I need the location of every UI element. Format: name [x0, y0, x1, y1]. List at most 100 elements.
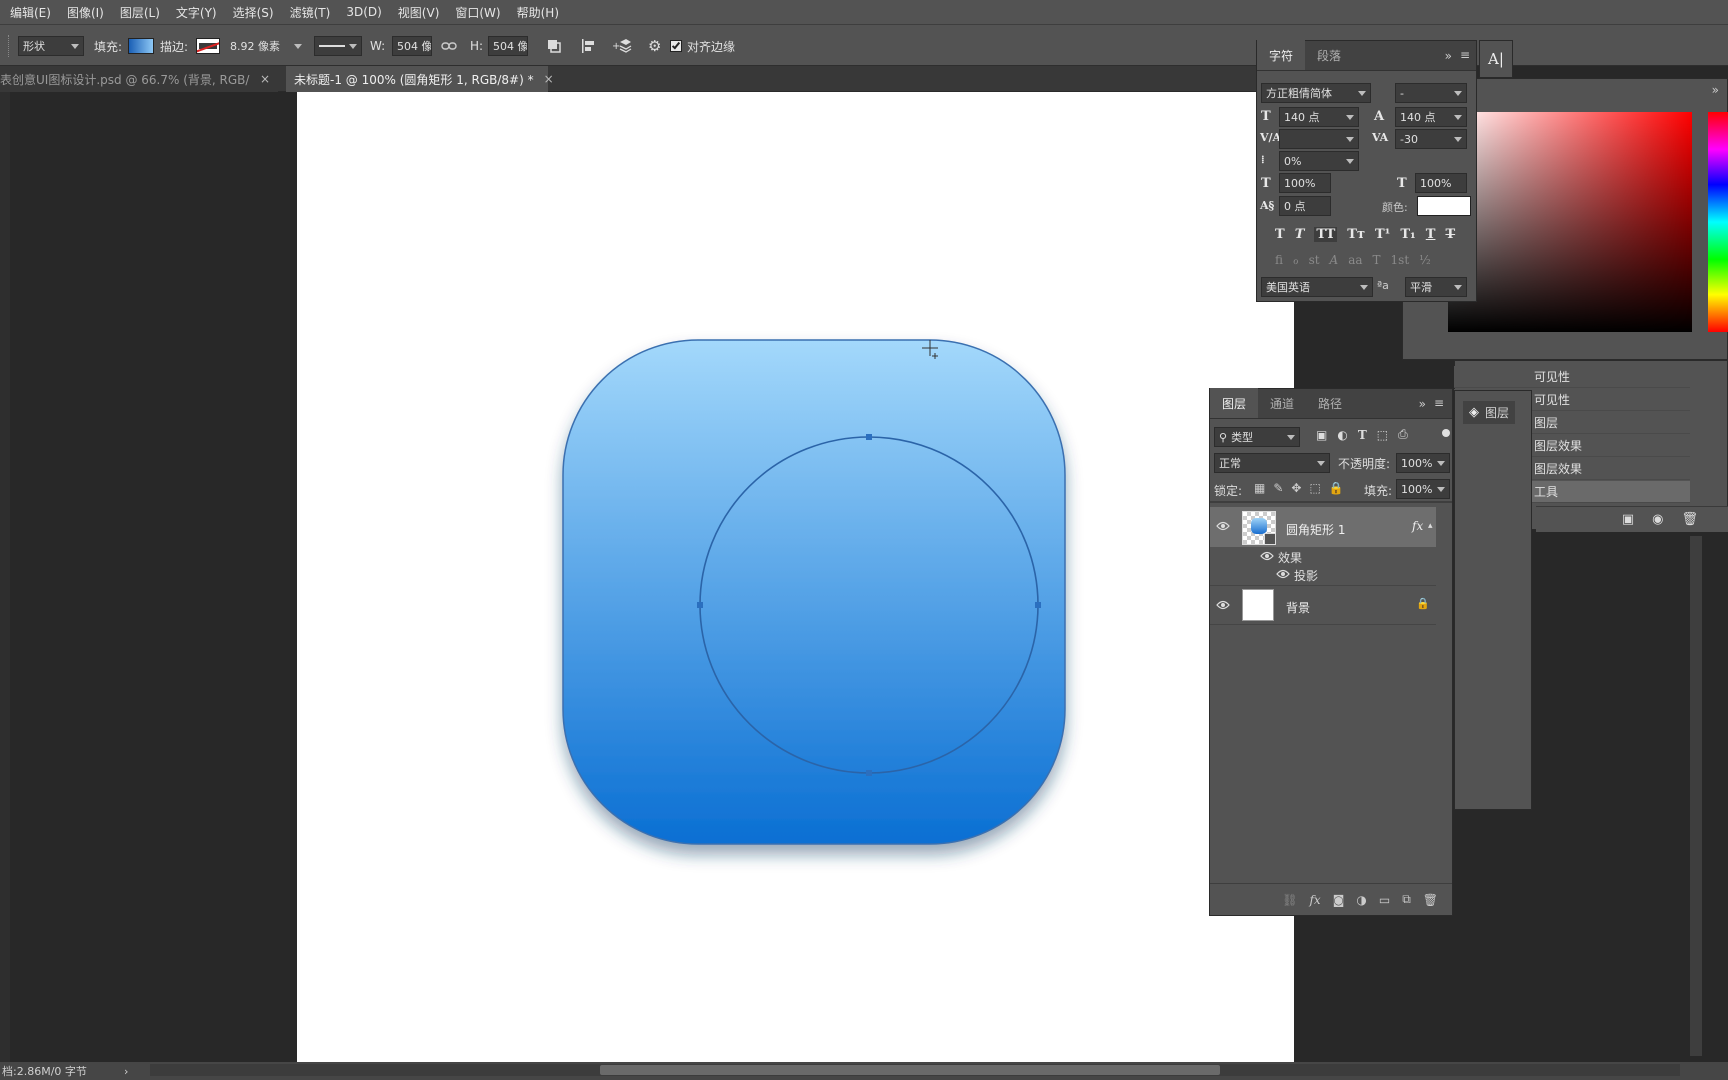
ordinals-button[interactable]: 1st: [1391, 253, 1410, 267]
anti-alias-select[interactable]: 平滑: [1405, 277, 1467, 297]
anchor-point-bottom[interactable]: [866, 770, 872, 776]
visibility-eye-icon[interactable]: [1260, 551, 1274, 561]
menu-layer[interactable]: 图层(L): [112, 4, 168, 21]
close-icon[interactable]: ×: [544, 72, 554, 86]
visibility-eye-icon[interactable]: [1216, 600, 1230, 610]
tab-paragraph[interactable]: 段落: [1305, 40, 1353, 70]
faux-italic-button[interactable]: T: [1295, 227, 1305, 242]
menu-image[interactable]: 图像(I): [59, 4, 112, 21]
tab-channels[interactable]: 通道: [1258, 388, 1306, 418]
titling-alternates-button[interactable]: T: [1373, 253, 1381, 267]
baseline-shift-field[interactable]: 0 点: [1279, 196, 1331, 216]
tracking-field[interactable]: -30: [1395, 129, 1467, 149]
menu-3d[interactable]: 3D(D): [338, 5, 389, 19]
path-operations-icon[interactable]: [546, 25, 562, 67]
shape-filter-icon[interactable]: ⬚: [1377, 428, 1388, 442]
anchor-point-right[interactable]: [1035, 602, 1041, 608]
path-arrange-icon[interactable]: +: [612, 25, 632, 67]
chevron-up-icon[interactable]: ▴: [1428, 521, 1433, 531]
leading-field[interactable]: 140 点: [1395, 107, 1467, 127]
adjustment-filter-icon[interactable]: ◐: [1337, 428, 1347, 442]
tsume-field[interactable]: 0%: [1279, 151, 1359, 171]
stylistic-alternates-button[interactable]: aa: [1348, 253, 1362, 267]
lock-image-icon[interactable]: ✎: [1273, 481, 1283, 495]
vertical-scrollbar[interactable]: [1690, 536, 1702, 1056]
stroke-swatch[interactable]: [196, 25, 220, 67]
new-layer-icon[interactable]: ⧉: [1402, 892, 1411, 907]
all-caps-button[interactable]: TT: [1314, 227, 1338, 242]
faux-bold-button[interactable]: T: [1275, 227, 1285, 242]
swash-button[interactable]: A: [1330, 253, 1339, 267]
font-family-select[interactable]: 方正粗倩简体: [1261, 83, 1371, 103]
superscript-button[interactable]: T¹: [1375, 227, 1390, 242]
link-layers-icon[interactable]: ⛓: [1282, 893, 1297, 907]
tab-document-1[interactable]: 表创意UI图标设计.psd @ 66.7% (背景, RGB/8#) ×: [0, 66, 278, 92]
lock-transparency-icon[interactable]: ▦: [1254, 481, 1265, 495]
font-size-field[interactable]: 140 点: [1279, 107, 1359, 127]
panel-menu-icon[interactable]: ≡: [1460, 48, 1470, 62]
lock-icon[interactable]: 🔒: [1416, 597, 1430, 610]
text-color-swatch[interactable]: [1417, 196, 1471, 216]
path-align-icon[interactable]: [580, 25, 596, 67]
hue-slider[interactable]: [1708, 112, 1728, 332]
canvas[interactable]: [297, 92, 1294, 1062]
add-style-icon[interactable]: fx: [1309, 893, 1320, 907]
subscript-button[interactable]: T₁: [1400, 227, 1415, 242]
close-icon[interactable]: ×: [260, 72, 270, 86]
filter-toggle[interactable]: [1442, 429, 1450, 437]
width-field[interactable]: 504 像: [392, 25, 432, 67]
camera-icon[interactable]: ◉: [1652, 512, 1663, 527]
tab-document-2[interactable]: 未标题-1 @ 100% (圆角矩形 1, RGB/8#) * ×: [286, 66, 554, 92]
horizontal-scale-field[interactable]: 100%: [1415, 173, 1467, 193]
lock-position-icon[interactable]: ✥: [1291, 481, 1301, 495]
smart-object-filter-icon[interactable]: ⎙: [1398, 427, 1408, 442]
trash-icon[interactable]: 🗑: [1681, 512, 1698, 527]
history-item[interactable]: 可见性: [1454, 366, 1690, 388]
strikethrough-button[interactable]: T: [1445, 227, 1455, 242]
menu-edit[interactable]: 编辑(E): [2, 4, 59, 21]
gear-icon[interactable]: ⚙: [648, 25, 661, 67]
lock-artboard-icon[interactable]: ⬚: [1309, 481, 1320, 495]
new-document-from-state-icon[interactable]: ▣: [1622, 512, 1634, 527]
new-group-icon[interactable]: ▭: [1379, 893, 1390, 907]
ligatures-button[interactable]: ﬁ: [1275, 253, 1283, 267]
new-adjustment-icon[interactable]: ◑: [1356, 893, 1366, 907]
link-icon[interactable]: [441, 25, 457, 67]
font-style-select[interactable]: -: [1395, 83, 1467, 103]
menu-help[interactable]: 帮助(H): [509, 4, 567, 21]
rounded-rectangle-shape[interactable]: [562, 339, 1066, 845]
text-tool-panel-icon[interactable]: A|: [1479, 40, 1513, 78]
small-caps-button[interactable]: Tт: [1347, 227, 1365, 242]
fractions-button[interactable]: ½: [1419, 253, 1431, 267]
blend-mode-select[interactable]: 正常: [1214, 453, 1330, 473]
collapse-icon[interactable]: »: [1445, 49, 1452, 63]
pixel-filter-icon[interactable]: ▣: [1316, 428, 1327, 442]
menu-filter[interactable]: 滤镜(T): [282, 4, 339, 21]
tab-layers[interactable]: 图层: [1210, 388, 1259, 418]
old-style-button[interactable]: ℴ: [1293, 253, 1299, 267]
anchor-point-top[interactable]: [866, 434, 872, 440]
opacity-field[interactable]: 100%: [1396, 453, 1450, 473]
discretionary-ligatures-button[interactable]: st: [1309, 253, 1320, 267]
horizontal-scroll-thumb[interactable]: [600, 1065, 1220, 1075]
kerning-field[interactable]: [1279, 129, 1359, 149]
layer-name[interactable]: 圆角矩形 1: [1286, 521, 1345, 538]
anchor-point-left[interactable]: [697, 602, 703, 608]
menu-select[interactable]: 选择(S): [225, 4, 282, 21]
fill-swatch[interactable]: [128, 25, 154, 67]
expand-panel-icon[interactable]: »: [1712, 83, 1719, 97]
align-edges-checkbox[interactable]: 对齐边缘: [670, 25, 735, 67]
trash-icon[interactable]: 🗑: [1423, 893, 1438, 907]
color-picker-field[interactable]: [1448, 112, 1692, 332]
add-mask-icon[interactable]: ◙: [1333, 893, 1345, 907]
tab-paths[interactable]: 路径: [1306, 388, 1354, 418]
menu-window[interactable]: 窗口(W): [447, 4, 508, 21]
tab-character[interactable]: 字符: [1257, 40, 1306, 70]
height-field[interactable]: 504 像: [488, 25, 528, 67]
language-select[interactable]: 美国英语: [1261, 277, 1373, 297]
visibility-eye-icon[interactable]: [1276, 569, 1290, 579]
layer-filter-select[interactable]: ⚲ 类型: [1214, 427, 1300, 447]
fx-badge[interactable]: fx: [1412, 519, 1423, 533]
panel-menu-icon[interactable]: ≡: [1434, 396, 1444, 410]
lock-all-icon[interactable]: 🔒: [1329, 481, 1344, 495]
